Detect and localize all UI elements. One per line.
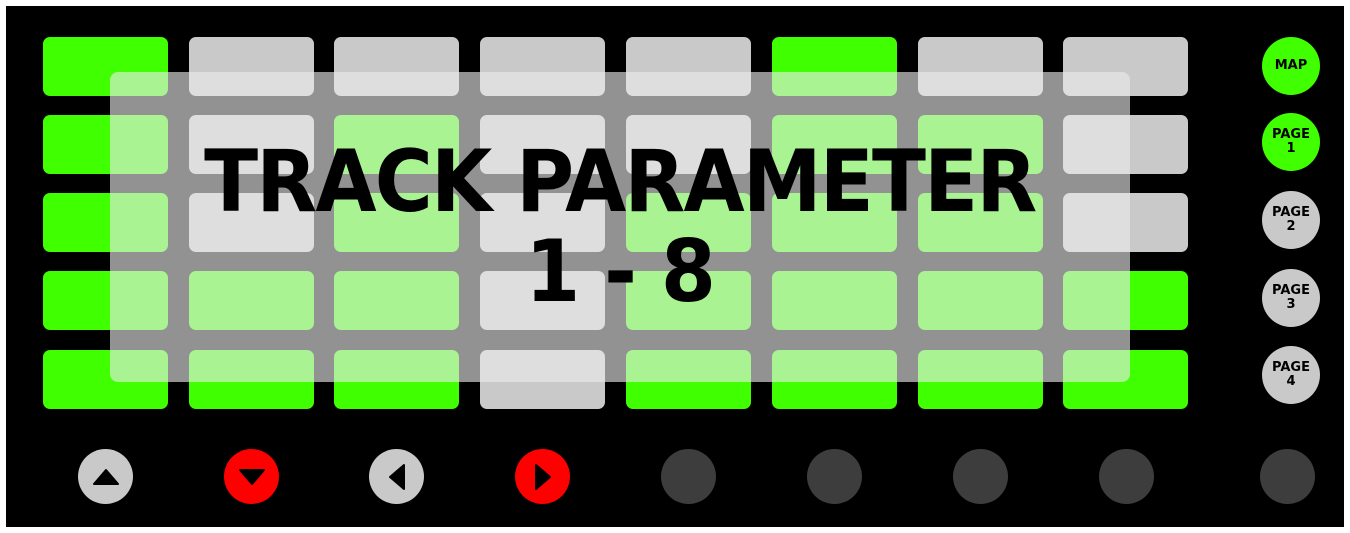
page-2-button-label: PAGE [1272, 205, 1310, 220]
page-3-button[interactable]: PAGE 3 [1262, 269, 1320, 327]
page-4-button-label: PAGE [1272, 360, 1310, 375]
blank-button-9[interactable] [1260, 449, 1315, 504]
blank-button-6[interactable] [807, 449, 862, 504]
blank-button-8[interactable] [1099, 449, 1154, 504]
page-3-button-number: 3 [1286, 297, 1296, 312]
blank-button-5[interactable] [661, 449, 716, 504]
arrow-right-icon [527, 461, 559, 493]
arrow-right-button[interactable] [515, 449, 570, 504]
blank-button-7[interactable] [953, 449, 1008, 504]
arrow-down-icon [236, 461, 268, 493]
arrow-left-button[interactable] [369, 449, 424, 504]
page-2-button-number: 2 [1286, 219, 1296, 234]
arrow-up-icon [90, 461, 122, 493]
arrow-left-icon [381, 461, 413, 493]
overlay-subtitle: 1 - 8 [525, 222, 717, 322]
arrow-down-button[interactable] [224, 449, 279, 504]
page-1-button[interactable]: PAGE 1 [1262, 113, 1320, 171]
overlay-title: TRACK PARAMETER [204, 132, 1037, 232]
controller-panel: MAP PAGE 1 PAGE 2 PAGE 3 PAGE 4 TRACK PARAMETER … [6, 6, 1344, 527]
mode-overlay: TRACK PARAMETER 1 - 8 [110, 72, 1130, 382]
arrow-up-button[interactable] [78, 449, 133, 504]
page-1-button-number: 1 [1286, 141, 1296, 156]
page-2-button[interactable]: PAGE 2 [1262, 191, 1320, 249]
map-button[interactable]: MAP [1262, 37, 1320, 95]
map-button-label: MAP [1274, 58, 1308, 73]
page-4-button[interactable]: PAGE 4 [1262, 346, 1320, 404]
page-1-button-label: PAGE [1272, 127, 1310, 142]
page-4-button-number: 4 [1286, 374, 1296, 389]
page-3-button-label: PAGE [1272, 283, 1310, 298]
